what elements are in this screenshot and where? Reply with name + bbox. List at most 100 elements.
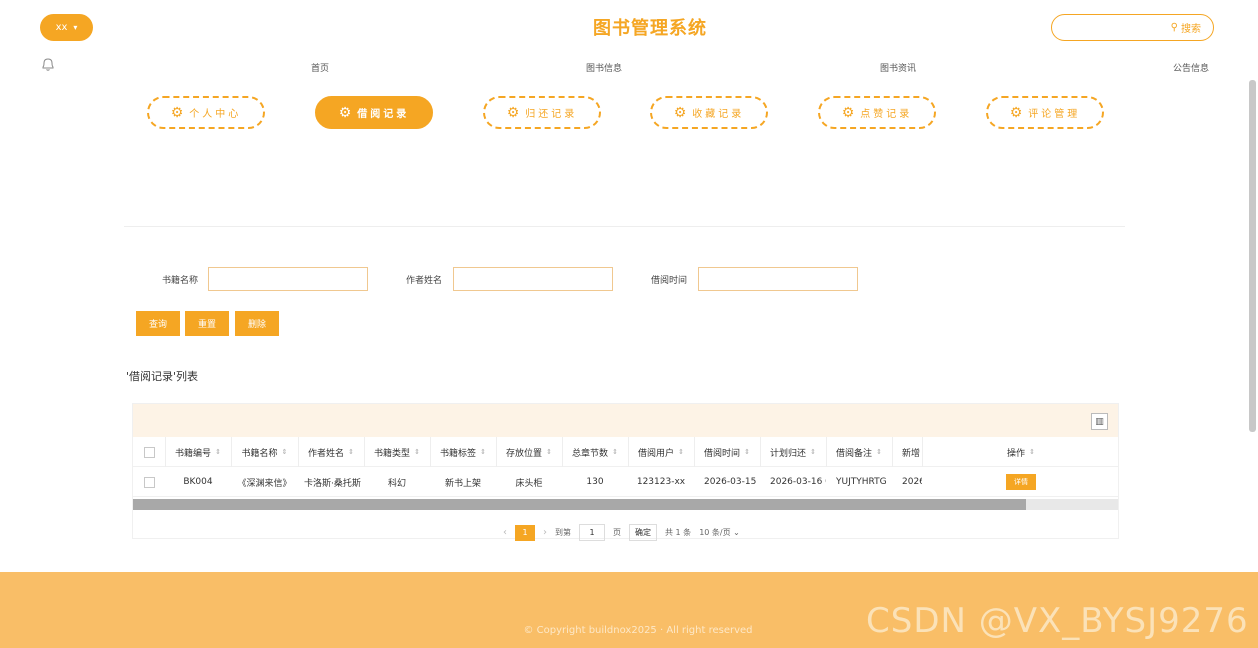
- sort-icon: ⇕: [348, 448, 354, 456]
- pagination: ‹ 1 › 到第 1 页 确定 共 1 条 10 条/页 ⌄: [503, 524, 740, 541]
- sort-icon: ⇕: [744, 448, 750, 456]
- tab-label: 归还记录: [525, 109, 578, 120]
- tab-label: 个人中心: [189, 109, 242, 120]
- col-header-actions[interactable]: 操作 ⇕: [922, 437, 1118, 467]
- table-cell: 2026-03-15 1: [704, 477, 760, 487]
- search-button-label: 搜索: [1181, 24, 1201, 35]
- col-header[interactable]: 借阅备注 ⇕: [826, 437, 892, 467]
- tab-label: 评论管理: [1028, 109, 1081, 120]
- table-cell: 床头柜: [515, 478, 543, 489]
- list-title: '借阅记录'列表: [126, 370, 199, 383]
- table-cell: 2026-03-16 0: [770, 477, 826, 487]
- sort-icon: ⇕: [281, 448, 288, 456]
- nav-book-news[interactable]: 图书资讯: [880, 61, 916, 74]
- reset-button[interactable]: 重置: [185, 311, 229, 336]
- search-icon: ⚲: [1170, 22, 1178, 33]
- sort-icon: ⇕: [612, 448, 618, 456]
- sort-icon: ⇕: [810, 448, 816, 456]
- col-header[interactable]: 新增: [892, 437, 922, 467]
- site-title: 图书管理系统: [593, 18, 707, 39]
- book-name-input[interactable]: [208, 267, 368, 291]
- col-header[interactable]: 书籍名称 ⇕: [231, 437, 298, 467]
- col-header[interactable]: 书籍标签 ⇕: [430, 437, 496, 467]
- detail-button[interactable]: 详情: [1006, 474, 1036, 490]
- gear-icon: ⚙: [841, 104, 855, 121]
- nav-home[interactable]: 首页: [311, 61, 329, 74]
- table-cell: 卡洛斯·桑托斯: [304, 478, 361, 489]
- tab-favorite-records[interactable]: ⚙ 收藏记录: [650, 96, 768, 129]
- goto-page-input[interactable]: 1: [579, 524, 605, 541]
- row-select-cell: [133, 467, 165, 497]
- sort-icon: ⇕: [480, 448, 486, 456]
- borrow-time-label: 借阅时间: [651, 276, 688, 286]
- page-unit-label: 页: [613, 528, 621, 537]
- table-toolbar: ▥: [133, 404, 1118, 437]
- gear-icon: ⚙: [673, 104, 687, 121]
- row-checkbox[interactable]: [143, 476, 155, 488]
- goto-label: 到第: [555, 528, 571, 537]
- gear-icon: ⚙: [506, 104, 520, 121]
- col-header[interactable]: 书籍编号 ⇕: [165, 437, 231, 467]
- watermark-text: CSDN @VX_BYSJ9276: [866, 601, 1249, 641]
- table-cell: 123123-xx: [636, 477, 686, 487]
- table-row: BK004 《深渊来信》 卡洛斯·桑托斯 科幻 新书上架 床头柜 130 123…: [133, 467, 1118, 497]
- col-header[interactable]: 计划归还 ⇕: [760, 437, 826, 467]
- col-header[interactable]: 总章节数 ⇕: [562, 437, 628, 467]
- table-cell: 新书上架: [444, 478, 481, 489]
- sort-icon: ⇕: [414, 448, 420, 456]
- user-name: xx: [55, 22, 68, 33]
- select-all-checkbox[interactable]: [143, 446, 155, 458]
- query-button[interactable]: 查询: [136, 311, 180, 336]
- chevron-down-icon: ▾: [73, 23, 78, 32]
- goto-confirm-button[interactable]: 确定: [629, 524, 657, 541]
- sort-icon: ⇕: [1029, 448, 1035, 456]
- horizontal-scrollbar[interactable]: [133, 499, 1118, 510]
- col-header[interactable]: 书籍类型 ⇕: [364, 437, 430, 467]
- tab-label: 借阅记录: [357, 109, 410, 120]
- footer: © Copyright buildnox2025 · All right res…: [0, 572, 1258, 648]
- page-size-select[interactable]: 10 条/页 ⌄: [699, 527, 740, 538]
- nav-notice[interactable]: 公告信息: [1173, 61, 1209, 74]
- select-all-cell: [133, 437, 165, 467]
- col-header[interactable]: 借阅时间 ⇕: [694, 437, 760, 467]
- scrollbar-thumb[interactable]: [133, 499, 1026, 510]
- tab-label: 收藏记录: [692, 109, 745, 120]
- actions-cell: 详情: [922, 467, 1118, 497]
- borrow-records-table: ▥ 书籍编号 ⇕ 书籍名称 ⇕ 作者姓名 ⇕ 书籍类型 ⇕ 书籍标签 ⇕ 存放位置 ⇕ 总章…: [132, 403, 1119, 539]
- table-cell: 130: [586, 477, 604, 487]
- borrow-time-input[interactable]: [698, 267, 858, 291]
- page: xx ▾ 图书管理系统 ⚲ 搜索 首页 图书信息 图书资讯 公告信息 ⚙ 个人中…: [0, 0, 1258, 648]
- col-header[interactable]: 借阅用户 ⇕: [628, 437, 694, 467]
- tab-personal-center[interactable]: ⚙ 个人中心: [147, 96, 265, 129]
- page-current[interactable]: 1: [515, 524, 535, 541]
- divider: [124, 226, 1125, 227]
- table-cell: YUJTYHRTG: [836, 477, 887, 487]
- tab-label: 点赞记录: [860, 109, 913, 120]
- user-menu-button[interactable]: xx ▾: [40, 14, 93, 41]
- sort-icon: ⇕: [215, 448, 221, 456]
- gear-icon: ⚙: [338, 104, 352, 121]
- author-label: 作者姓名: [406, 276, 443, 286]
- next-page-icon[interactable]: ›: [543, 527, 547, 538]
- total-count: 共 1 条: [665, 528, 692, 537]
- tab-return-records[interactable]: ⚙ 归还记录: [483, 96, 601, 129]
- table-header-row: 书籍编号 ⇕ 书籍名称 ⇕ 作者姓名 ⇕ 书籍类型 ⇕ 书籍标签 ⇕ 存放位置 ⇕ 总章节数…: [133, 437, 1118, 467]
- nav-book-info[interactable]: 图书信息: [586, 61, 622, 74]
- bell-icon[interactable]: [40, 56, 56, 72]
- author-input[interactable]: [453, 267, 613, 291]
- prev-page-icon[interactable]: ‹: [503, 527, 507, 538]
- sort-icon: ⇕: [546, 448, 552, 456]
- col-header[interactable]: 作者姓名 ⇕: [298, 437, 364, 467]
- delete-button[interactable]: 删除: [235, 311, 279, 336]
- vertical-scrollbar[interactable]: [1249, 80, 1256, 432]
- columns-filter-icon[interactable]: ▥: [1091, 413, 1108, 430]
- table-cell: 2026: [902, 477, 922, 487]
- table-cell: BK004: [183, 477, 213, 487]
- tab-comment-management[interactable]: ⚙ 评论管理: [986, 96, 1104, 129]
- tab-borrow-records[interactable]: ⚙ 借阅记录: [315, 96, 433, 129]
- search-box[interactable]: ⚲ 搜索: [1051, 14, 1214, 41]
- tab-like-records[interactable]: ⚙ 点赞记录: [818, 96, 936, 129]
- gear-icon: ⚙: [170, 104, 184, 121]
- col-header[interactable]: 存放位置 ⇕: [496, 437, 562, 467]
- chevron-down-icon: ⌄: [733, 528, 740, 537]
